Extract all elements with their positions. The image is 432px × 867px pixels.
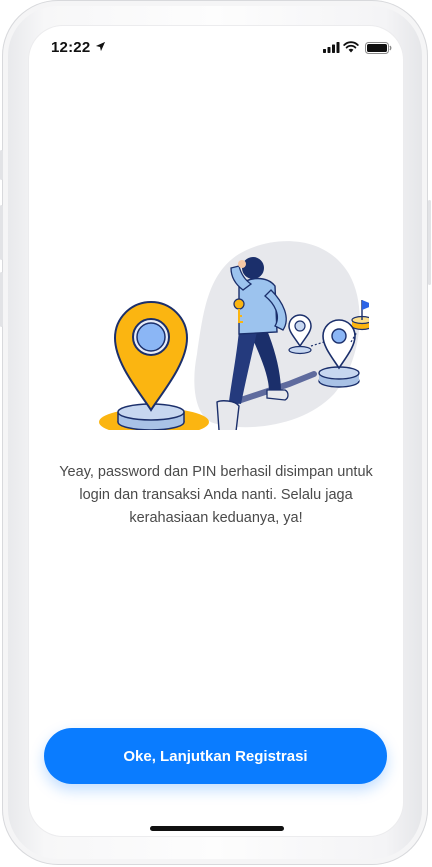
location-arrow-icon <box>95 41 106 52</box>
success-message: Yeay, password dan PIN berhasil disimpan… <box>59 464 373 526</box>
home-indicator[interactable] <box>150 826 284 831</box>
status-time: 12:22 <box>51 39 91 56</box>
phone-side-button-left-2 <box>0 205 3 260</box>
app-screen: 12:22 Yeay, password dan PIN berhasil di… <box>29 26 403 836</box>
wifi-icon <box>343 41 359 53</box>
continue-registration-label: Oke, Lanjutkan Registrasi <box>123 747 308 765</box>
cellular-signal-icon <box>323 42 340 53</box>
goal-flag-icon <box>362 300 369 310</box>
phone-side-button-left-1 <box>0 150 3 180</box>
phone-side-button-right <box>428 200 431 285</box>
phone-side-button-left-3 <box>0 272 3 327</box>
continue-registration-button[interactable]: Oke, Lanjutkan Registrasi <box>44 728 387 784</box>
status-bar: 12:22 <box>29 26 403 72</box>
battery-icon <box>365 42 392 54</box>
registration-success-illustration <box>99 241 369 430</box>
